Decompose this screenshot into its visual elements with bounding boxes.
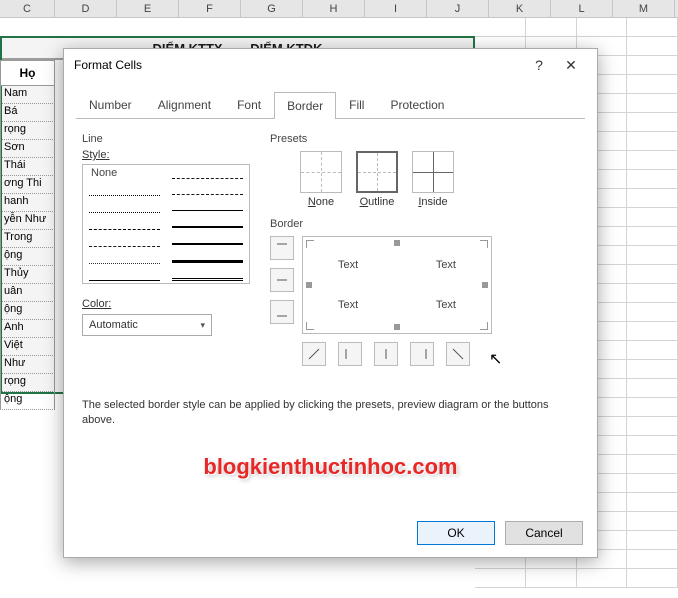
line-style-option[interactable] (89, 200, 160, 213)
line-style-option[interactable] (172, 215, 243, 228)
preset-none[interactable]: None (300, 151, 342, 208)
border-left-button[interactable] (338, 342, 362, 366)
name-cell[interactable]: ộng (0, 392, 55, 410)
preset-outline-icon (356, 151, 398, 193)
line-style-option[interactable] (172, 232, 243, 245)
line-style-option[interactable] (172, 183, 243, 195)
name-cell[interactable]: ơng Thi (0, 176, 55, 194)
border-diag-up-button[interactable] (302, 342, 326, 366)
border-group-label: Border (270, 218, 579, 230)
name-column-header: Họ (0, 60, 55, 86)
line-style-option[interactable] (89, 268, 160, 281)
line-style-option[interactable] (172, 249, 243, 263)
border-middle-h-button[interactable] (270, 268, 294, 292)
name-cell[interactable]: Trong (0, 230, 55, 248)
help-text: The selected border style can be applied… (82, 398, 579, 429)
col-header[interactable]: F (179, 0, 241, 17)
preview-text: Text (338, 299, 358, 311)
border-preview[interactable]: Text Text Text Text (302, 236, 492, 334)
name-cell[interactable]: Sơn (0, 140, 55, 158)
col-header[interactable]: G (241, 0, 303, 17)
watermark-text: blogkienthuctinhoc.com (203, 454, 457, 480)
close-button[interactable]: ✕ (555, 51, 587, 79)
line-style-option[interactable] (89, 217, 160, 230)
line-style-none[interactable]: None (89, 167, 160, 179)
name-cell[interactable]: Thái (0, 158, 55, 176)
name-cell[interactable]: rọng (0, 122, 55, 140)
name-cell[interactable]: ộng (0, 248, 55, 266)
preview-text: Text (436, 299, 456, 311)
name-cell[interactable]: ộng (0, 302, 55, 320)
name-cell[interactable]: hanh (0, 194, 55, 212)
tab-protection[interactable]: Protection (377, 91, 457, 118)
chevron-down-icon: ▾ (200, 320, 205, 331)
column-headers: C D E F G H I J K L M (0, 0, 678, 18)
style-label: Style: (82, 149, 252, 161)
presets-group-label: Presets (270, 133, 579, 145)
dialog-titlebar[interactable]: Format Cells ? ✕ (64, 49, 597, 81)
preset-inside[interactable]: Inside (412, 151, 454, 208)
name-cell[interactable]: Nam (0, 86, 55, 104)
border-middle-v-button[interactable] (374, 342, 398, 366)
col-header[interactable]: E (117, 0, 179, 17)
dialog-tabs: Number Alignment Font Border Fill Protec… (64, 81, 597, 118)
line-style-option[interactable] (172, 199, 243, 211)
border-diag-down-button[interactable] (446, 342, 470, 366)
border-top-button[interactable] (270, 236, 294, 260)
preset-none-icon (300, 151, 342, 193)
tab-number[interactable]: Number (76, 91, 145, 118)
line-style-option[interactable] (172, 167, 243, 179)
tab-border[interactable]: Border (274, 92, 336, 119)
name-column: Họ Nam Bá rọng Sơn Thái ơng Thi hanh yễn… (0, 60, 55, 410)
line-style-option[interactable] (89, 234, 160, 247)
name-cell[interactable]: Anh (0, 320, 55, 338)
col-header[interactable]: I (365, 0, 427, 17)
help-button[interactable]: ? (523, 51, 555, 79)
preset-outline[interactable]: Outline (356, 151, 398, 208)
col-header[interactable]: L (551, 0, 613, 17)
line-style-option[interactable] (89, 251, 160, 264)
col-header[interactable]: K (489, 0, 551, 17)
col-header[interactable]: H (303, 0, 365, 17)
name-cell[interactable]: Thủy (0, 266, 55, 284)
dialog-title: Format Cells (74, 58, 523, 72)
line-style-listbox[interactable]: None (82, 164, 250, 284)
ok-button[interactable]: OK (417, 521, 495, 545)
line-style-option[interactable] (172, 267, 243, 281)
line-group-label: Line (82, 133, 252, 145)
name-cell[interactable]: rọng (0, 374, 55, 392)
col-header[interactable]: M (613, 0, 675, 17)
name-cell[interactable]: yễn Như (0, 212, 55, 230)
tab-fill[interactable]: Fill (336, 91, 377, 118)
col-header[interactable]: J (427, 0, 489, 17)
col-header[interactable]: D (55, 0, 117, 17)
preset-inside-icon (412, 151, 454, 193)
border-bottom-button[interactable] (270, 300, 294, 324)
preview-text: Text (338, 259, 358, 271)
color-dropdown[interactable]: Automatic ▾ (82, 314, 212, 336)
name-cell[interactable]: Việt (0, 338, 55, 356)
border-right-button[interactable] (410, 342, 434, 366)
line-style-option[interactable] (89, 183, 160, 196)
color-value: Automatic (89, 319, 138, 331)
name-cell[interactable]: uân (0, 284, 55, 302)
preview-text: Text (436, 259, 456, 271)
format-cells-dialog: Format Cells ? ✕ Number Alignment Font B… (63, 48, 598, 558)
name-cell[interactable]: Như (0, 356, 55, 374)
tab-alignment[interactable]: Alignment (145, 91, 224, 118)
color-label: Color: (82, 298, 252, 310)
col-header[interactable]: C (0, 0, 55, 17)
tab-font[interactable]: Font (224, 91, 274, 118)
cancel-button[interactable]: Cancel (505, 521, 583, 545)
name-cell[interactable]: Bá (0, 104, 55, 122)
